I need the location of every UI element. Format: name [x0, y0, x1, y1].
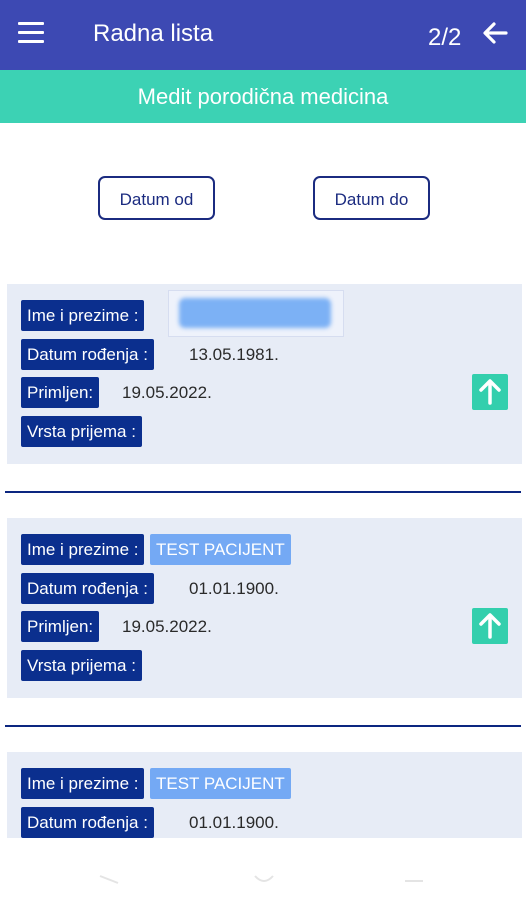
- dob-value: 01.01.1900.: [189, 579, 279, 598]
- home-nav-icon[interactable]: [252, 872, 276, 886]
- patient-card[interactable]: Ime i prezime : TEST PACIJENT Datum rođe…: [7, 752, 522, 838]
- name-label: Ime i prezime :: [21, 534, 145, 565]
- app-bar: Radna lista 2/2: [0, 0, 526, 70]
- arrow-up-icon[interactable]: [472, 608, 508, 644]
- admitted-value: 19.05.2022.: [122, 617, 212, 636]
- divider: [5, 491, 521, 493]
- page-title: Radna lista: [93, 20, 214, 47]
- clinic-name: Medit porodična medicina: [137, 84, 389, 109]
- date-from-button[interactable]: Datum od: [98, 176, 215, 220]
- date-to-button[interactable]: Datum do: [313, 176, 430, 220]
- back-nav-icon[interactable]: [98, 872, 122, 886]
- admission-type-label: Vrsta prijema :: [21, 650, 142, 681]
- dob-label: Datum rođenja :: [21, 573, 154, 604]
- recents-nav-icon[interactable]: [402, 872, 426, 886]
- back-arrow-icon[interactable]: [482, 20, 508, 46]
- patient-name: TEST PACIJENT: [150, 534, 291, 565]
- menu-icon[interactable]: [18, 22, 44, 44]
- patient-card[interactable]: Ime i prezime : TEST PACIJENT Datum rođe…: [7, 518, 522, 698]
- admitted-value: 19.05.2022.: [122, 383, 212, 402]
- arrow-up-icon[interactable]: [472, 374, 508, 410]
- dob-label: Datum rođenja :: [21, 807, 154, 838]
- patient-card[interactable]: Ime i prezime : Datum rođenja : 13.05.19…: [7, 284, 522, 464]
- clinic-banner: Medit porodična medicina: [0, 70, 526, 123]
- dob-label: Datum rođenja :: [21, 339, 154, 370]
- divider: [5, 725, 521, 727]
- patient-name: TEST PACIJENT: [150, 768, 291, 799]
- admitted-label: Primljen:: [21, 611, 100, 642]
- dob-value: 13.05.1981.: [189, 345, 279, 364]
- page-counter: 2/2: [428, 24, 462, 51]
- redacted-name: [168, 290, 344, 337]
- dob-value: 01.01.1900.: [189, 813, 279, 832]
- name-label: Ime i prezime :: [21, 768, 145, 799]
- name-label: Ime i prezime :: [21, 300, 145, 331]
- admitted-label: Primljen:: [21, 377, 100, 408]
- admission-type-label: Vrsta prijema :: [21, 416, 142, 447]
